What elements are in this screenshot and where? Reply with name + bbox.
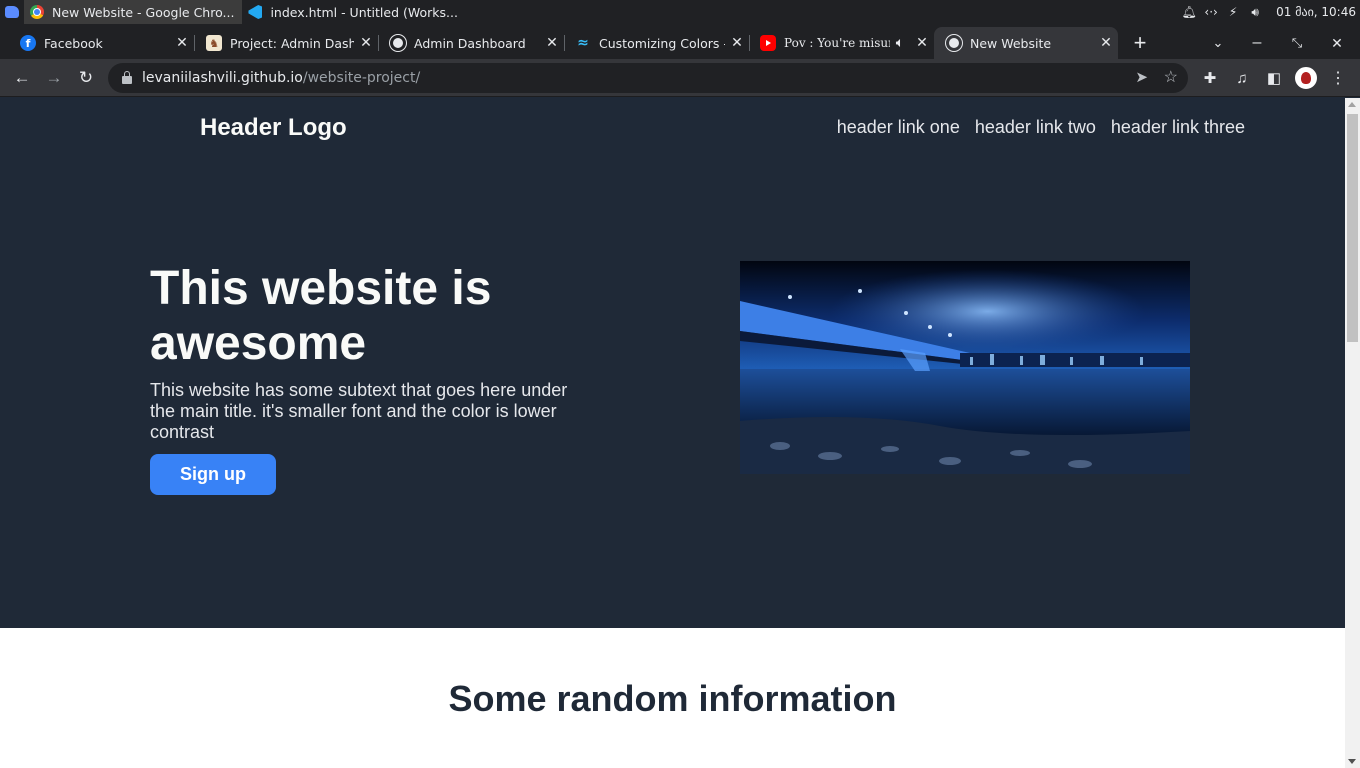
scroll-thumb[interactable] [1347,114,1358,342]
reload-button[interactable]: ↻ [70,62,102,94]
tab-label: Customizing Colors - T [599,35,725,51]
scroll-down-arrow-icon[interactable] [1348,759,1356,764]
url-text[interactable]: levaniilashvili.github.io/website-projec… [142,70,420,86]
browser-toolbar: ← → ↻ levaniilashvili.github.io/website-… [0,59,1360,97]
page-scrollbar[interactable] [1345,98,1360,768]
menu-kebab-icon[interactable]: ⋮ [1322,62,1354,94]
extensions-icon[interactable]: ✚ [1194,62,1226,94]
power-icon[interactable]: ⚡︎ [1222,5,1244,19]
clock[interactable]: 01 მაი, 10:46 [1266,5,1360,19]
close-window-button[interactable]: ✕ [1321,27,1353,59]
tab-strip: f Facebook ✕ ♞ Project: Admin Dashb ✕ Ad… [0,24,1360,59]
side-panel-icon[interactable]: ◧ [1258,62,1290,94]
tab-label: Facebook [44,35,103,51]
tab-label: Admin Dashboard [414,35,526,51]
scroll-up-arrow-icon[interactable] [1348,102,1356,107]
task-vscode-label: index.html - Untitled (Works... [270,4,458,20]
send-icon[interactable]: ➤ [1135,68,1148,86]
tab-label: New Website [970,35,1052,51]
hero-subtext: This website has some subtext that goes … [150,380,568,442]
system-tray: 🔔︎ ‹·› ⚡︎ 🔊︎ 01 მაი, 10:46 [1178,0,1360,24]
header-logo[interactable]: Header Logo [200,114,347,142]
task-chrome[interactable]: New Website - Google Chro... [24,0,243,24]
tab-admin-dashboard[interactable]: Admin Dashboard ✕ [370,27,565,59]
tab-new-website[interactable]: New Website ✕ [934,27,1118,59]
profile-avatar[interactable] [1295,67,1317,89]
info-section-title: Some random information [448,678,897,719]
tab-search-chevron-icon[interactable]: ⌄ [1202,27,1234,59]
task-vscode[interactable]: index.html - Untitled (Works... [242,0,465,24]
tab-facebook[interactable]: f Facebook ✕ [0,27,195,59]
header-link-three[interactable]: header link three [1111,117,1245,138]
hero-section: Header Logo header link one header link … [0,98,1345,628]
os-taskbar: New Website - Google Chro... index.html … [0,0,1360,24]
header-link-two[interactable]: header link two [975,117,1096,138]
bridge-night-illustration [740,261,1190,474]
task-chrome-label: New Website - Google Chro... [52,4,235,20]
minimize-button[interactable]: – [1241,27,1273,59]
lock-icon[interactable] [122,71,132,84]
page-viewport: Header Logo header link one header link … [0,98,1345,768]
close-icon[interactable]: ✕ [1094,35,1118,51]
restore-button[interactable]: ⤡ [1281,27,1313,59]
globe-icon [946,35,962,51]
back-button[interactable]: ← [6,62,38,94]
tailwind-icon: ≈ [577,35,589,51]
header-nav: header link one header link two header l… [837,117,1245,138]
project-icon: ♞ [206,35,222,51]
close-icon[interactable]: ✕ [910,35,934,51]
bookmark-star-icon[interactable]: ☆ [1164,67,1178,87]
header-link-one[interactable]: header link one [837,117,960,138]
speaker-icon[interactable]: 🔈︎ [890,35,910,51]
forward-button[interactable]: → [38,62,70,94]
volume-icon[interactable]: 🔊︎ [1244,5,1266,20]
new-tab-button[interactable]: + [1124,27,1156,59]
tab-customizing-colors[interactable]: ≈ Customizing Colors - T ✕ [555,27,750,59]
url-path: /website-project/ [302,70,421,86]
bell-icon[interactable]: 🔔︎ [1178,5,1200,19]
vscode-icon [248,5,263,19]
tab-project-admin[interactable]: ♞ Project: Admin Dashb ✕ [186,27,379,59]
tab-label: Project: Admin Dashb [230,35,354,51]
media-controls-icon[interactable]: ♫ [1226,62,1258,94]
facebook-icon: f [20,35,36,51]
url-host: levaniilashvili.github.io [142,70,303,86]
address-bar[interactable]: levaniilashvili.github.io/website-projec… [108,63,1188,93]
sign-up-button[interactable]: Sign up [150,454,276,495]
os-menu-icon[interactable] [0,0,24,24]
network-icon[interactable]: ‹·› [1200,5,1222,19]
tab-youtube[interactable]: Pov : You're misun 🔈︎ ✕ [740,27,934,59]
youtube-icon [760,35,776,51]
globe-icon [390,35,406,51]
tab-label: Pov : You're misun [784,36,890,50]
chrome-icon [30,5,44,19]
hero-title: This website is awesome [150,262,492,370]
hero-bridge-image [740,261,1190,474]
